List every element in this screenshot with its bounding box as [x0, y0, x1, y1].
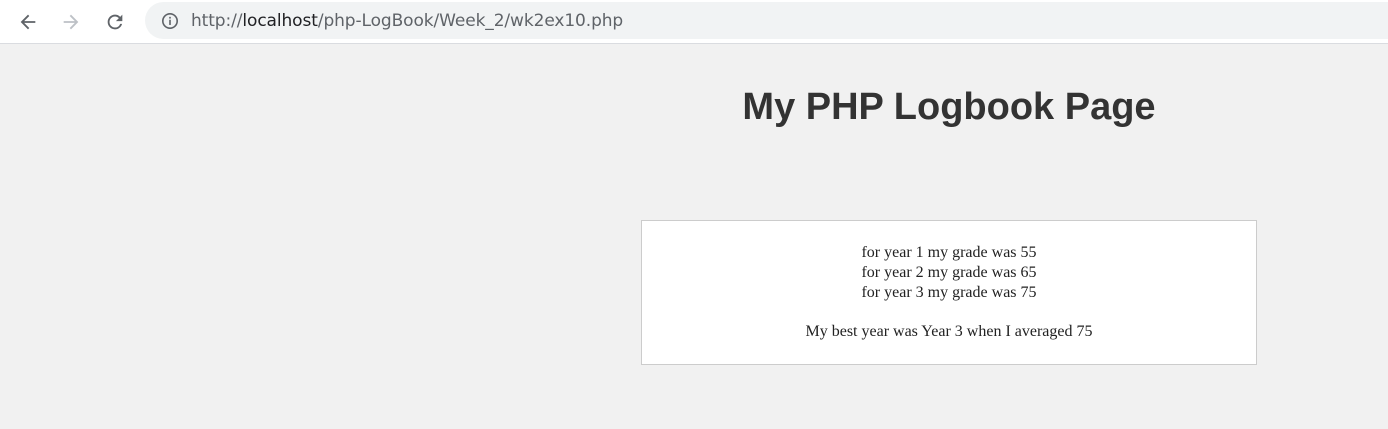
url-scheme: http:// [191, 10, 243, 31]
grade-line-year-1: for year 1 my grade was 55 [861, 244, 1037, 261]
reload-button[interactable] [97, 4, 133, 40]
forward-button[interactable] [53, 4, 89, 40]
url-host: localhost [242, 10, 318, 31]
forward-arrow-icon [63, 14, 79, 30]
url-text[interactable]: http://localhost/php-LogBook/Week_2/wk2e… [191, 11, 623, 31]
browser-toolbar: http://localhost/php-LogBook/Week_2/wk2e… [0, 0, 1388, 44]
page-title: My PHP Logbook Page [742, 86, 1156, 128]
best-year-text: My best year was Year 3 when I averaged … [805, 323, 1093, 340]
grade-line-year-2: for year 2 my grade was 65 [861, 264, 1037, 281]
url-path: /php-LogBook/Week_2/wk2ex10.php [317, 10, 624, 31]
address-bar[interactable]: http://localhost/php-LogBook/Week_2/wk2e… [145, 2, 1388, 39]
reload-icon [107, 14, 123, 30]
back-button[interactable] [10, 4, 46, 40]
grade-line-year-3: for year 3 my grade was 75 [861, 284, 1037, 301]
back-arrow-icon [20, 14, 36, 30]
info-icon[interactable] [161, 12, 179, 30]
grades-box: for year 1 my grade was 55 for year 2 my… [641, 220, 1257, 365]
